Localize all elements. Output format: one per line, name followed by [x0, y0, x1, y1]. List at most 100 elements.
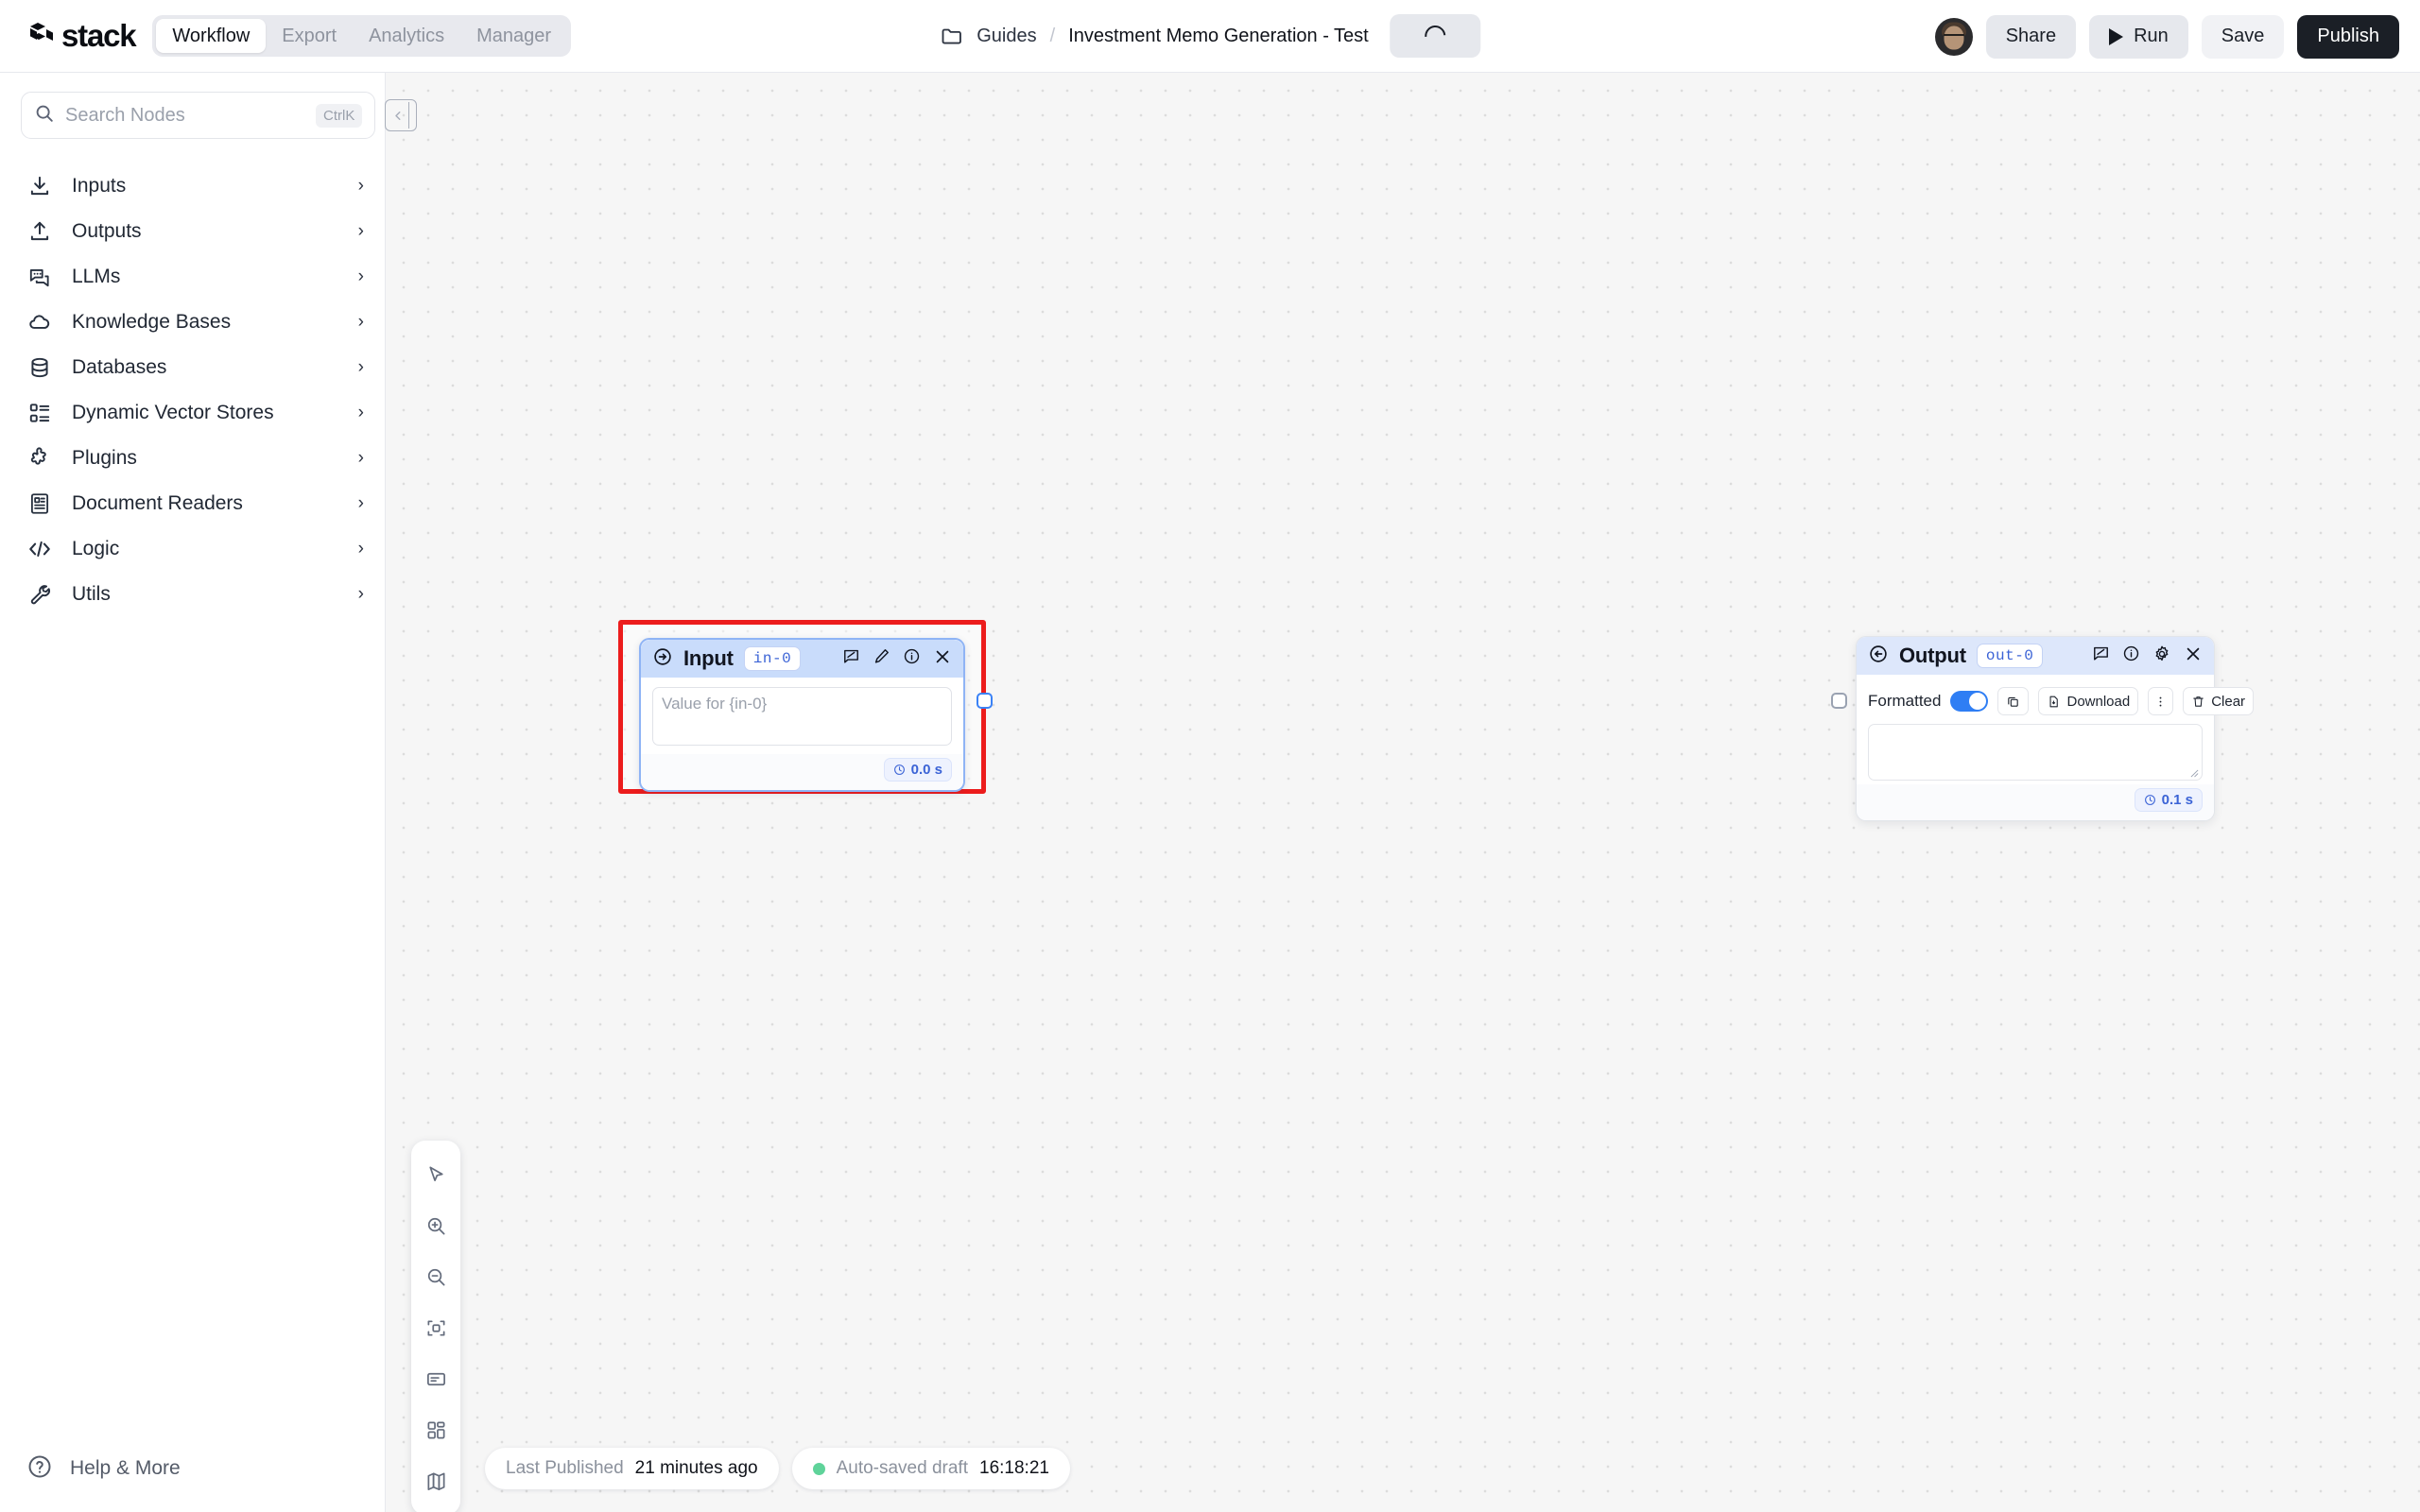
- toggle-knob: [1969, 693, 1987, 710]
- zoom-in-icon: [427, 1217, 445, 1235]
- minimap-icon: [426, 1471, 445, 1490]
- zoom-out-icon: [427, 1268, 445, 1286]
- share-button[interactable]: Share: [1985, 14, 2077, 59]
- input-output-handle[interactable]: [977, 693, 993, 709]
- workflow-status-button[interactable]: [1389, 14, 1480, 58]
- output-node-header: Output out-0: [1857, 637, 2214, 675]
- tab-export[interactable]: Export: [266, 19, 353, 53]
- sidebar-item-utils[interactable]: Utils ›: [0, 572, 385, 617]
- note-icon[interactable]: [2092, 644, 2110, 667]
- output-value-area[interactable]: [1868, 724, 2203, 781]
- sidebar-item-plugins[interactable]: Plugins ›: [0, 436, 385, 481]
- run-button[interactable]: Run: [2089, 14, 2188, 59]
- save-button[interactable]: Save: [2201, 14, 2285, 59]
- sidebar-item-label: LLMs: [72, 266, 121, 287]
- kebab-menu-icon: [2159, 696, 2162, 706]
- input-node-footer: 0.0 s: [641, 754, 963, 790]
- layout-tool[interactable]: [411, 1404, 460, 1455]
- code-brackets-icon: [26, 536, 53, 562]
- output-node[interactable]: Output out-0 Formatted Download Clear 0.…: [1831, 636, 2255, 821]
- chevron-right-icon: ›: [357, 448, 364, 468]
- search-nodes-box[interactable]: CtrlK: [21, 92, 376, 139]
- workflow-title[interactable]: Investment Memo Generation - Test: [1068, 26, 1369, 47]
- auto-saved-draft-pill: Auto-saved draft 16:18:21: [791, 1448, 1070, 1489]
- sidebar-item-inputs[interactable]: Inputs ›: [0, 163, 385, 209]
- copy-button[interactable]: [1997, 687, 2030, 715]
- tab-manager[interactable]: Manager: [460, 19, 567, 53]
- input-node-header: Input in-0: [641, 640, 963, 678]
- breadcrumb-separator: /: [1049, 25, 1056, 46]
- chevron-right-icon: ›: [357, 357, 364, 377]
- top-header-bar: stack Workflow Export Analytics Manager …: [0, 0, 2420, 73]
- sidebar-item-logic[interactable]: Logic ›: [0, 526, 385, 572]
- output-node-title: Output: [1899, 644, 1966, 667]
- run-label: Run: [2134, 26, 2169, 46]
- more-options-button[interactable]: [2148, 687, 2174, 715]
- folder-icon: [940, 24, 964, 48]
- chevron-right-icon: ›: [357, 584, 364, 604]
- formatted-label: Formatted: [1868, 692, 1942, 710]
- publish-label: Publish: [2317, 26, 2379, 46]
- zoom-in-tool[interactable]: [411, 1200, 460, 1251]
- note-icon[interactable]: [842, 647, 860, 670]
- workflow-canvas[interactable]: Input in-0 Value for {in-0} 0.0 s Output…: [386, 73, 2420, 1512]
- brand-name: stack: [61, 18, 137, 53]
- file-download-icon: [2050, 696, 2059, 707]
- auto-saved-label: Auto-saved draft: [836, 1458, 968, 1478]
- sidebar-item-llms[interactable]: LLMs ›: [0, 254, 385, 300]
- input-node[interactable]: Input in-0 Value for {in-0} 0.0 s: [639, 638, 993, 792]
- help-and-more-button[interactable]: Help & More: [0, 1446, 386, 1491]
- clear-button[interactable]: Clear: [2183, 687, 2255, 715]
- breadcrumb-parent[interactable]: Guides: [977, 26, 1036, 47]
- trash-icon: [2193, 696, 2204, 707]
- close-icon[interactable]: [2184, 644, 2203, 668]
- input-value-field[interactable]: [652, 687, 952, 746]
- chevron-right-icon: ›: [357, 493, 364, 513]
- input-node-body: [641, 678, 963, 754]
- sidebar-item-dynamic-vector-stores[interactable]: Dynamic Vector Stores ›: [0, 390, 385, 436]
- clock-icon: [893, 765, 905, 775]
- node-library-sidebar: CtrlK Inputs › Outputs: [0, 73, 418, 1512]
- select-tool[interactable]: [411, 1149, 460, 1200]
- panel-collapse-icon[interactable]: [385, 99, 418, 131]
- sidebar-item-label: Outputs: [72, 220, 142, 242]
- chevron-right-icon: ›: [357, 312, 364, 332]
- output-input-handle[interactable]: [1831, 693, 1847, 709]
- sidebar-item-label: Dynamic Vector Stores: [72, 402, 274, 423]
- chevron-right-icon: ›: [357, 539, 364, 558]
- output-node-body: Formatted Download Clear: [1857, 675, 2255, 784]
- chevron-right-icon: ›: [357, 266, 364, 286]
- info-icon[interactable]: [2122, 644, 2140, 667]
- sidebar-item-databases[interactable]: Databases ›: [0, 345, 385, 390]
- share-label: Share: [2005, 26, 2057, 46]
- zoom-out-tool[interactable]: [411, 1251, 460, 1302]
- search-input[interactable]: [65, 104, 316, 127]
- last-published-label: Last Published: [506, 1458, 624, 1478]
- gear-icon[interactable]: [2152, 644, 2171, 668]
- user-avatar[interactable]: [1934, 17, 1973, 56]
- sidebar-item-outputs[interactable]: Outputs ›: [0, 209, 385, 254]
- info-icon[interactable]: [903, 647, 921, 670]
- sidebar-item-document-readers[interactable]: Document Readers ›: [0, 481, 385, 526]
- publish-button[interactable]: Publish: [2297, 14, 2399, 59]
- download-arrow-icon: [26, 173, 53, 199]
- tab-workflow[interactable]: Workflow: [156, 19, 267, 53]
- formatted-toggle[interactable]: [1950, 691, 1989, 712]
- resize-grip-icon[interactable]: [2190, 769, 2199, 778]
- canvas-tool-rail: [411, 1141, 460, 1512]
- close-icon[interactable]: [933, 647, 952, 671]
- auto-saved-time: 16:18:21: [979, 1458, 1049, 1478]
- fit-view-tool[interactable]: [411, 1302, 460, 1353]
- output-node-header-actions: [2092, 644, 2203, 668]
- status-dot-icon: [812, 1462, 825, 1475]
- tab-analytics[interactable]: Analytics: [353, 19, 460, 53]
- download-button[interactable]: Download: [2038, 687, 2139, 715]
- help-and-more-label: Help & More: [70, 1457, 181, 1479]
- copy-icon: [2008, 696, 2019, 707]
- sidebar-item-knowledge-bases[interactable]: Knowledge Bases ›: [0, 300, 385, 345]
- download-label: Download: [2066, 693, 2131, 710]
- minimap-tool[interactable]: [411, 1455, 460, 1506]
- note-tool[interactable]: [411, 1353, 460, 1404]
- sidebar-item-label: Document Readers: [72, 492, 243, 514]
- pencil-icon[interactable]: [873, 647, 890, 670]
